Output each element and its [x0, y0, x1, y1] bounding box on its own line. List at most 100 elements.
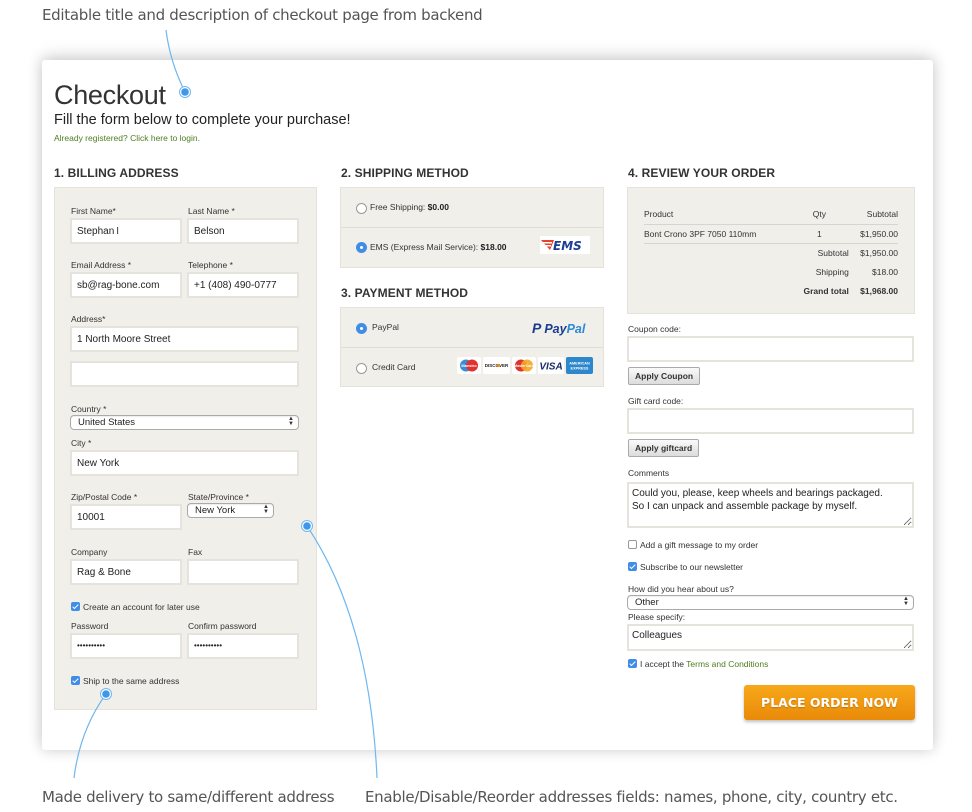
table-row: Bont Crono 3PF 7050 110mm 1 $1,950.00 [644, 224, 898, 244]
password-label: Password [71, 621, 109, 631]
free-shipping-label: Free Shipping: $0.00 [370, 202, 449, 212]
hear-about-select[interactable]: Other ▲ ▼ [627, 595, 914, 610]
first-name-input[interactable]: Stephan I [70, 218, 182, 244]
select-arrows-icon: ▲ ▼ [903, 596, 909, 607]
country-value: United States [78, 417, 136, 428]
item-subtotal: $1,950.00 [848, 224, 898, 244]
grand-total-row: Grand total $1,968.00 [644, 281, 898, 300]
hear-about-label: How did you hear about us? [628, 584, 734, 594]
city-input[interactable]: New York [70, 450, 299, 476]
country-label: Country * [71, 404, 107, 414]
col-subtotal: Subtotal [848, 205, 898, 225]
state-value: New York [195, 505, 236, 516]
gift-message-label: Add a gift message to my order [640, 540, 759, 550]
gift-message-checkbox[interactable] [628, 540, 637, 549]
giftcard-input[interactable] [627, 408, 914, 434]
shipping-section-title: 2. SHIPPING METHOD [341, 166, 469, 180]
paypal-radio[interactable] [356, 323, 367, 334]
address-line1-input[interactable]: 1 North Moore Street [70, 326, 299, 352]
email-input[interactable]: sb@rag-bone.com [70, 272, 182, 298]
shipping-divider [341, 227, 603, 228]
apply-coupon-button[interactable]: Apply Coupon [628, 367, 701, 385]
place-order-button[interactable]: PLACE ORDER NOW [744, 685, 915, 720]
select-arrows-icon: ▲ ▼ [263, 504, 269, 515]
confirm-password-label: Confirm password [188, 621, 257, 631]
state-label: State/Province * [188, 492, 249, 502]
create-account-label: Create an account for later use [83, 602, 200, 612]
subtotal-label: Subtotal [817, 247, 849, 258]
text-cursor-icon: I [116, 226, 120, 237]
newsletter-label: Subscribe to our newsletter [640, 562, 743, 572]
page-title: Checkout [54, 80, 166, 110]
city-label: City * [71, 438, 92, 448]
mastercard-icon: MasterCard [512, 357, 536, 374]
fax-input[interactable] [187, 559, 299, 585]
visa-icon: VISA [538, 357, 564, 374]
free-shipping-radio[interactable] [356, 203, 367, 214]
subtotal-row: Subtotal $1,950.00 [644, 243, 898, 262]
item-product: Bont Crono 3PF 7050 110mm [644, 224, 790, 244]
specify-textarea[interactable]: Colleagues [627, 624, 914, 651]
payment-divider [341, 347, 603, 348]
telephone-label: Telephone * [188, 260, 233, 270]
review-section-title: 4. REVIEW YOUR ORDER [628, 166, 776, 180]
telephone-input[interactable]: +1 (408) 490-0777 [187, 272, 299, 298]
payment-section-title: 3. PAYMENT METHOD [341, 286, 469, 300]
company-input[interactable]: Rag & Bone [70, 559, 182, 585]
comments-label: Comments [628, 468, 670, 478]
confirm-password-input[interactable]: •••••••••• [187, 633, 299, 659]
ems-logo-icon: EMS [540, 236, 590, 254]
specify-label: Please specify: [628, 612, 686, 622]
billing-section-title: 1. BILLING ADDRESS [54, 166, 179, 180]
shipping-label: Shipping [815, 266, 849, 277]
password-input[interactable]: •••••••••• [70, 633, 182, 659]
zip-input[interactable]: 10001 [70, 504, 182, 530]
terms-checkbox[interactable] [628, 659, 637, 668]
credit-card-radio[interactable] [356, 363, 367, 374]
free-shipping-price: $0.00 [427, 202, 449, 212]
terms-link[interactable]: Terms and Conditions [686, 659, 768, 669]
comments-textarea[interactable]: Could you, please, keep wheels and beari… [627, 482, 914, 528]
login-link[interactable]: Already registered? Click here to login. [54, 133, 200, 143]
discover-icon: DISCOVER [483, 357, 510, 374]
ship-same-address-checkbox[interactable] [71, 676, 80, 685]
ems-shipping-price: $18.00 [480, 242, 507, 252]
col-qty: Qty [789, 205, 849, 225]
address-label: Address* [71, 314, 106, 324]
email-label: Email Address * [71, 260, 131, 270]
select-arrows-icon: ▲ ▼ [288, 416, 294, 427]
last-name-label: Last Name * [188, 206, 235, 216]
first-name-label: First Name* [71, 206, 116, 216]
ems-shipping-label: EMS (Express Mail Service): $18.00 [370, 242, 507, 252]
coupon-input[interactable] [627, 336, 914, 362]
country-select[interactable]: United States ▲ ▼ [70, 415, 299, 430]
company-label: Company [71, 547, 108, 557]
hear-about-value: Other [635, 597, 659, 608]
ems-shipping-radio[interactable] [356, 242, 367, 253]
svg-text:EMS: EMS [553, 239, 582, 253]
annotation-delivery: Made delivery to same/different address [42, 788, 335, 806]
zip-label: Zip/Postal Code * [71, 492, 138, 502]
terms-label: I accept the Terms and Conditions [640, 659, 768, 669]
svg-text:VISA: VISA [539, 362, 562, 373]
svg-text:AMERICAN: AMERICAN [569, 362, 590, 366]
first-name-value: Stephan [77, 226, 115, 237]
subtotal-value: $1,950.00 [860, 247, 898, 258]
annotation-fields: Enable/Disable/Reorder addresses fields:… [365, 788, 898, 806]
paypal-label: PayPal [372, 322, 399, 332]
state-select[interactable]: New York ▲ ▼ [187, 503, 274, 518]
svg-text:MasterCard: MasterCard [514, 364, 534, 368]
apply-giftcard-button[interactable]: Apply giftcard [628, 439, 700, 457]
create-account-checkbox[interactable] [71, 602, 80, 611]
order-table-header: Product Qty Subtotal [644, 205, 898, 225]
shipping-value: $18.00 [872, 266, 898, 277]
page-subtitle: Fill the form below to complete your pur… [54, 112, 351, 128]
last-name-input[interactable]: Belson [187, 218, 299, 244]
grand-total-label: Grand total [803, 285, 849, 296]
address-line2-input[interactable] [70, 361, 299, 387]
svg-text:EXPRESS: EXPRESS [571, 367, 589, 371]
ems-shipping-text: EMS (Express Mail Service): [370, 242, 481, 252]
giftcard-label: Gift card code: [628, 396, 684, 406]
newsletter-checkbox[interactable] [628, 562, 637, 571]
terms-prefix: I accept the [640, 659, 687, 669]
